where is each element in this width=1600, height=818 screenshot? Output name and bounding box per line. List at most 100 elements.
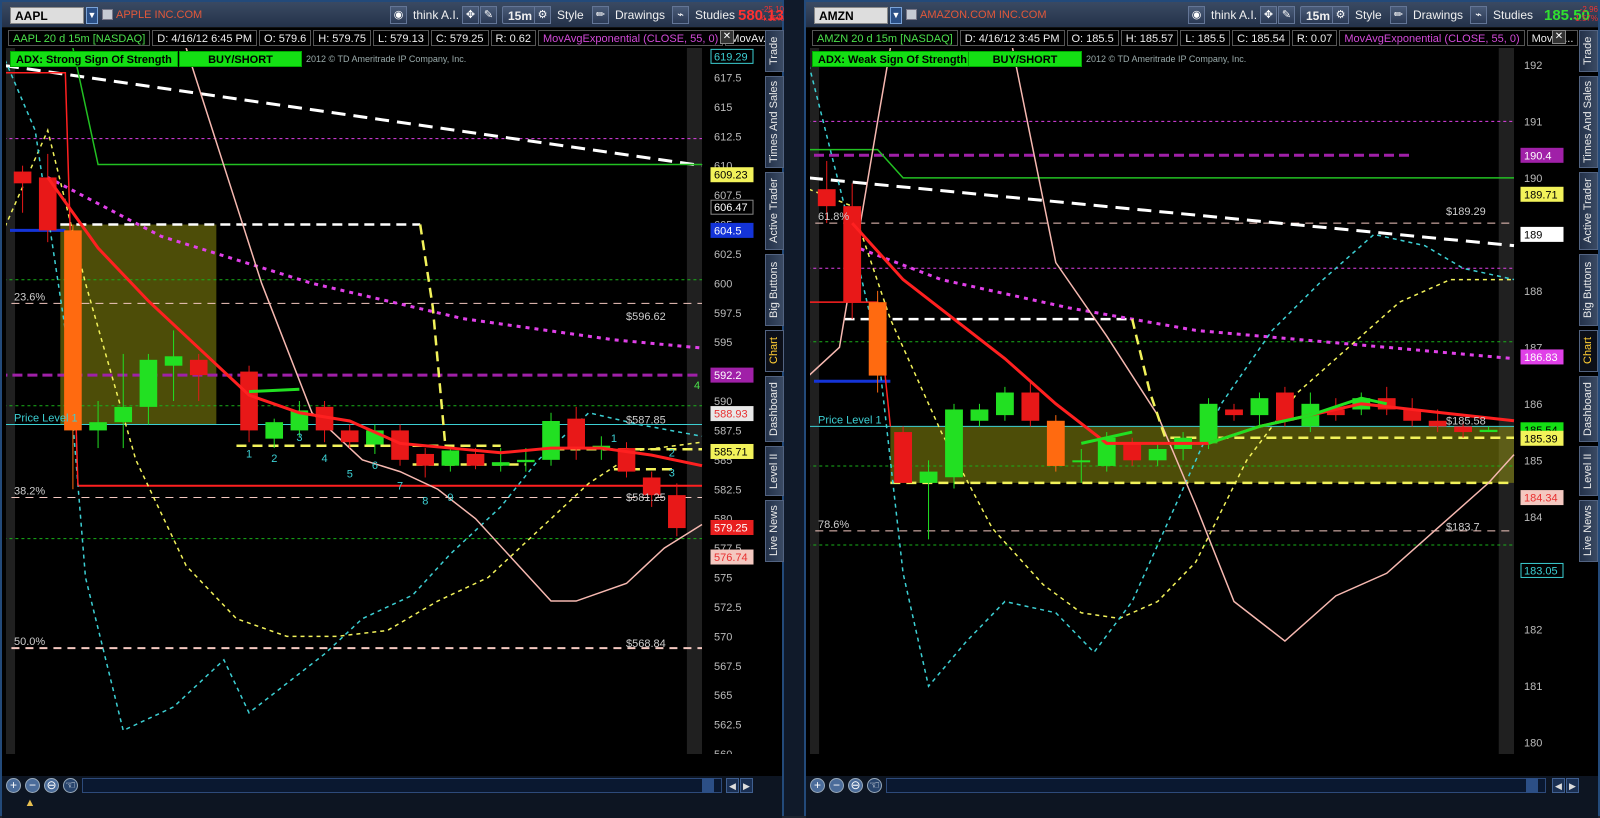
zoom-out-icon[interactable]: −: [829, 778, 844, 793]
candle-body: [13, 171, 32, 184]
yellow-spike: [1130, 318, 1167, 439]
side-tab-level-ii[interactable]: Level II: [765, 446, 784, 496]
side-tab-big-buttons[interactable]: Big Buttons: [765, 254, 784, 326]
candle-body: [164, 356, 183, 366]
crosshair-icon[interactable]: ✥: [1260, 6, 1277, 24]
side-tab-times-and-sales[interactable]: Times And Sales: [765, 76, 784, 168]
style-button[interactable]: Style: [552, 6, 589, 24]
scroll-right-icon[interactable]: ▶: [1566, 778, 1579, 793]
studies-button[interactable]: Studies: [1488, 6, 1538, 24]
symbol-dropdown-icon[interactable]: ▼: [86, 7, 98, 24]
wrench-icon[interactable]: ✎: [480, 6, 497, 24]
pane-divider[interactable]: [784, 0, 804, 816]
drawings-icon[interactable]: ✏: [592, 6, 609, 24]
side-tab-big-buttons[interactable]: Big Buttons: [1579, 254, 1598, 326]
side-tab-dashboard[interactable]: Dashboard: [1579, 376, 1598, 442]
close-pane-icon[interactable]: ✕: [720, 30, 734, 44]
scroll-thumb[interactable]: [702, 778, 714, 793]
side-tab-chart[interactable]: Chart: [765, 330, 784, 372]
studies-icon[interactable]: ⌁: [672, 6, 689, 24]
think-ai-icon[interactable]: ◉: [390, 6, 407, 24]
side-tab-active-trader[interactable]: Active Trader: [1579, 172, 1598, 250]
level-value-label: $596.62: [626, 311, 666, 323]
chart-description[interactable]: AAPL 20 d 15m [NASDAQ]: [8, 30, 151, 46]
price-level-label: Price Level 1: [818, 414, 882, 426]
price-chart[interactable]: 1921911901891881871861851841831821811808…: [801, 47, 1572, 773]
candle-body: [1046, 420, 1065, 466]
axis-price-tag-text: 606.47: [714, 202, 748, 214]
side-tab-live-news[interactable]: Live News: [1579, 500, 1598, 562]
wrench-icon[interactable]: ✎: [1278, 6, 1295, 24]
price-change: -2.96 -1.57%: [1572, 5, 1598, 23]
candle-body: [1250, 398, 1269, 416]
price-chart[interactable]: 617.5615612.5610607.5605602.5600597.5595…: [0, 47, 758, 773]
expand-up-icon[interactable]: ▲: [22, 796, 38, 810]
crosshair-icon[interactable]: ✥: [462, 6, 479, 24]
adx-signal-action[interactable]: BUY/SHORT: [179, 51, 302, 67]
side-tab-level-ii[interactable]: Level II: [1579, 446, 1598, 496]
zoom-in-icon[interactable]: +: [810, 778, 825, 793]
zoom-in-icon[interactable]: +: [6, 778, 21, 793]
studies-button[interactable]: Studies: [690, 6, 740, 24]
candle-body: [491, 462, 510, 466]
side-tab-trade[interactable]: Trade: [765, 30, 784, 72]
interval-button[interactable]: 15m: [1300, 6, 1337, 24]
axis-price-tag-text: 579.25: [714, 522, 748, 534]
side-tab-chart[interactable]: Chart: [1579, 330, 1598, 372]
scroll-right-icon[interactable]: ▶: [740, 778, 753, 793]
style-icon[interactable]: ⚙: [534, 6, 551, 24]
side-tab-dashboard[interactable]: Dashboard: [765, 376, 784, 442]
scroll-thumb[interactable]: [1526, 778, 1538, 793]
chart-canvas[interactable]: 1921911901891881871861851841831821811808…: [801, 47, 1572, 773]
candle-body: [89, 422, 107, 431]
symbol-dropdown-icon[interactable]: ▼: [890, 7, 902, 24]
symbol-link-icon[interactable]: [906, 9, 917, 20]
horizontal-scrollbar[interactable]: [886, 778, 1546, 793]
y-tick-label: 565: [714, 690, 732, 702]
candle-body: [945, 409, 963, 478]
side-tab-times-and-sales[interactable]: Times And Sales: [1579, 76, 1598, 168]
symbol-input[interactable]: AMZN: [814, 7, 888, 24]
y-tick-label: 602.5: [714, 249, 742, 261]
close-pane-icon[interactable]: ✕: [1552, 30, 1566, 44]
interval-button[interactable]: 15m: [502, 6, 539, 24]
scroll-left-icon[interactable]: ◀: [1552, 778, 1565, 793]
style-button[interactable]: Style: [1350, 6, 1387, 24]
bar-high: H: 579.75: [313, 30, 371, 46]
chart-canvas[interactable]: 617.5615612.5610607.5605602.5600597.5595…: [0, 47, 758, 773]
horizontal-scrollbar[interactable]: [82, 778, 722, 793]
fit-icon[interactable]: ⊖: [44, 778, 59, 793]
y-tick-label: 587.5: [714, 425, 742, 437]
drawings-icon[interactable]: ✏: [1390, 6, 1407, 24]
candle-body: [868, 302, 887, 376]
scroll-left-icon[interactable]: ◀: [726, 778, 739, 793]
axis-price-tag-text: 183.05: [1524, 565, 1558, 577]
side-tab-active-trader[interactable]: Active Trader: [765, 172, 784, 250]
side-tab-live-news[interactable]: Live News: [765, 500, 784, 562]
symbol-link-icon[interactable]: [102, 9, 113, 20]
drawings-button[interactable]: Drawings: [1408, 6, 1468, 24]
axis-price-tag-text: 186.83: [1524, 352, 1558, 364]
think-ai-label[interactable]: think A.I.: [408, 6, 464, 24]
symbol-input[interactable]: AAPL: [10, 7, 84, 24]
drawings-button[interactable]: Drawings: [610, 6, 670, 24]
style-icon[interactable]: ⚙: [1332, 6, 1349, 24]
hand-pan-icon[interactable]: ☜: [867, 778, 882, 793]
y-tick-label: 567.5: [714, 661, 742, 673]
study-name[interactable]: MovAvgExponential (CLOSE, 55, 0): [538, 30, 724, 46]
study-name[interactable]: MovAvgExponential (CLOSE, 55, 0): [1339, 30, 1525, 46]
side-tab-trade[interactable]: Trade: [1579, 30, 1598, 72]
chart-description[interactable]: AMZN 20 d 15m [NASDAQ]: [812, 30, 958, 46]
adx-signal-action[interactable]: BUY/SHORT: [968, 51, 1082, 67]
adx-signal-label: ADX: Strong Sign Of Strength: [10, 51, 178, 67]
fib-label: 23.6%: [14, 291, 45, 303]
candle-body: [668, 495, 686, 529]
adx-signal-label: ADX: Weak Sign Of Strength: [812, 51, 973, 67]
candle-body: [240, 371, 258, 431]
zoom-out-icon[interactable]: −: [25, 778, 40, 793]
think-ai-icon[interactable]: ◉: [1188, 6, 1205, 24]
think-ai-label[interactable]: think A.I.: [1206, 6, 1262, 24]
fit-icon[interactable]: ⊖: [848, 778, 863, 793]
hand-pan-icon[interactable]: ☜: [63, 778, 78, 793]
studies-icon[interactable]: ⌁: [1470, 6, 1487, 24]
